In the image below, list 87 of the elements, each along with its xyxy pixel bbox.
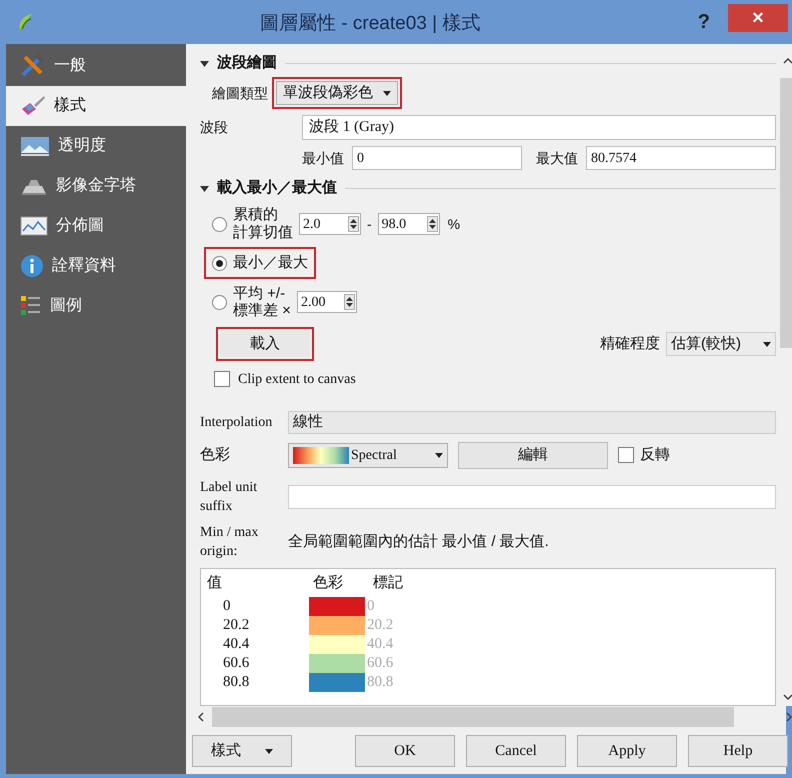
radio-button[interactable] <box>212 294 227 310</box>
expand-triangle-icon[interactable] <box>200 58 209 68</box>
spin-arrows-icon[interactable] <box>426 216 438 232</box>
landscape-icon <box>20 135 50 157</box>
origin-label: Min / max origin: <box>200 524 260 561</box>
dropdown-caret-icon <box>763 342 771 346</box>
spin-arrows-icon[interactable] <box>348 216 359 232</box>
scrollbar-thumb[interactable] <box>212 707 734 727</box>
column-header[interactable]: 值 <box>201 572 309 594</box>
help-button[interactable]: Help <box>688 735 788 767</box>
sidebar-item[interactable]: 分佈圖 <box>6 206 186 246</box>
value-cell-text: 20.2 <box>222 618 250 633</box>
sidebar-item[interactable]: 透明度 <box>6 126 186 166</box>
cancel-button[interactable]: Cancel <box>466 735 566 767</box>
spin-field[interactable]: 2.00 <box>296 291 357 313</box>
info-icon <box>20 254 44 278</box>
interpolation-label: Interpolation <box>200 414 274 432</box>
option-label: 累積的 計算切值 <box>233 206 293 242</box>
percent-unit: % <box>448 214 460 234</box>
edit-button[interactable]: 編輯 <box>458 442 608 468</box>
checkbox[interactable] <box>214 371 230 387</box>
sidebar-item[interactable]: 詮釋資料 <box>6 246 186 286</box>
dropdown-caret-icon <box>383 90 391 96</box>
window-title: 圖層屬性 - create03 | 樣式 <box>260 12 480 36</box>
label-cell-text: 0 <box>366 599 374 614</box>
value-cell-text: 80.8 <box>222 675 250 690</box>
color-label: 色彩 <box>200 444 231 465</box>
min-field[interactable]: 0 <box>352 146 522 170</box>
color-ramp-dropdown[interactable]: Spectral <box>288 442 448 468</box>
band-label: 波段 <box>200 118 229 136</box>
scroll-right-icon[interactable] <box>786 712 792 722</box>
sidebar-item[interactable]: 圖例 <box>6 286 186 326</box>
max-label: 最大值 <box>536 148 578 168</box>
label-cell-text: 80.8 <box>366 675 394 690</box>
scroll-down-icon[interactable] <box>783 694 792 700</box>
interpolation-dropdown[interactable]: 線性 <box>288 410 776 434</box>
label-unit-field[interactable] <box>288 485 776 509</box>
paintbrush-icon <box>20 95 46 117</box>
help-button[interactable]: ? <box>698 7 710 37</box>
close-button[interactable]: × <box>728 4 788 32</box>
option-label: 最小／最大 <box>233 252 308 273</box>
radio-button[interactable] <box>212 216 227 232</box>
option-label: 平均 +/- 標準差 × <box>233 285 291 319</box>
histogram-icon <box>20 216 48 236</box>
accuracy-dropdown[interactable]: 估算(較快) <box>666 332 776 356</box>
spin-field[interactable]: 2.0 <box>299 213 361 235</box>
spin-field[interactable]: 98.0 <box>378 213 440 235</box>
sidebar-item[interactable]: 樣式 <box>6 86 186 126</box>
label-unit-label: Label unit suffix <box>200 479 258 516</box>
sidebar-item[interactable]: 一般 <box>6 46 186 86</box>
dropdown-caret-icon <box>435 452 443 458</box>
radio-button[interactable] <box>212 256 227 270</box>
ok-button[interactable]: OK <box>355 735 455 767</box>
band-dropdown[interactable]: 波段 1 (Gray) <box>302 114 776 140</box>
scroll-up-icon[interactable] <box>783 58 792 64</box>
expand-triangle-icon[interactable] <box>200 184 209 192</box>
accuracy-label: 精確程度 <box>600 334 660 354</box>
scroll-left-icon[interactable] <box>198 712 204 722</box>
scrollbar-thumb[interactable] <box>780 78 792 348</box>
range-dash: - <box>367 214 372 234</box>
color-ramp-swatch <box>293 446 349 464</box>
max-field[interactable]: 80.7574 <box>586 146 776 170</box>
load-button[interactable]: 載入 <box>220 331 310 357</box>
spin-arrows-icon[interactable] <box>344 294 355 310</box>
invert-label: 反轉 <box>640 444 670 465</box>
label-cell-text: 60.6 <box>366 656 394 671</box>
checkbox[interactable] <box>618 447 634 463</box>
column-header[interactable]: 色彩 <box>309 572 369 594</box>
origin-text: 全局範圍範圍內的估計 最小值 / 最大值. <box>288 532 549 552</box>
label-cell-text: 20.2 <box>366 618 394 633</box>
apply-button[interactable]: Apply <box>577 735 677 767</box>
label-cell-text: 40.4 <box>366 637 394 652</box>
min-label: 最小值 <box>302 148 344 168</box>
value-cell-text: 60.6 <box>222 656 250 671</box>
dropdown-caret-icon <box>265 748 273 754</box>
sidebar-item[interactable]: 影像金字塔 <box>6 166 186 206</box>
vertical-scrollbar[interactable] <box>778 44 792 706</box>
legend-icon <box>20 295 42 317</box>
clip-label: Clip extent to canvas <box>238 370 356 388</box>
style-menu-button[interactable]: 樣式 <box>192 735 292 767</box>
value-cell-text: 0 <box>222 599 232 614</box>
section-title: 波段繪圖 <box>217 52 277 73</box>
section-title: 載入最小／最大值 <box>217 178 337 198</box>
value-cell-text: 40.4 <box>222 637 250 652</box>
column-header[interactable]: 標記 <box>369 572 775 594</box>
render-type-dropdown[interactable]: 單波段偽彩色 <box>276 81 398 105</box>
render-type-label: 繪圖類型 <box>212 84 268 102</box>
